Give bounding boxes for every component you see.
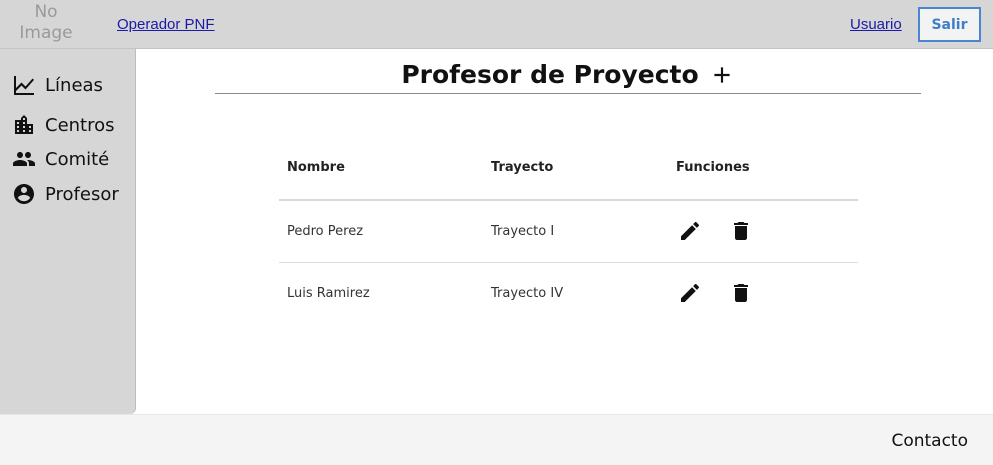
city-icon <box>15 115 33 134</box>
delete-icon[interactable] <box>729 219 753 243</box>
sidebar-item-lineas[interactable]: Líneas <box>12 72 103 98</box>
logo-placeholder: No Image <box>19 2 73 43</box>
table-header: Nombre Trayecto Funciones <box>279 140 858 201</box>
footer: Contacto <box>0 414 993 465</box>
top-bar: No Image Operador PNF Usuario Salir <box>0 0 993 49</box>
sidebar-item-label: Centros <box>45 114 115 136</box>
table-row: Pedro Perez Trayecto I <box>279 201 858 263</box>
sidebar-item-label: Líneas <box>45 74 103 96</box>
delete-icon[interactable] <box>729 281 753 305</box>
people-icon <box>13 152 35 166</box>
sidebar-item-label: Comité <box>45 148 110 170</box>
table-row: Luis Ramirez Trayecto IV <box>279 263 858 325</box>
chart-line-icon <box>14 76 34 95</box>
cell-trayecto: Trayecto IV <box>491 286 564 301</box>
add-icon[interactable] <box>709 62 735 88</box>
cell-trayecto: Trayecto I <box>491 224 555 239</box>
profesor-table: Nombre Trayecto Funciones Pedro Perez Tr… <box>279 140 858 325</box>
sidebar-item-label: Profesor <box>45 183 119 205</box>
sidebar-item-comite[interactable]: Comité <box>12 146 109 172</box>
cell-nombre: Pedro Perez <box>287 224 364 239</box>
sidebar-item-profesor[interactable]: Profesor <box>12 181 119 207</box>
sidebar: Líneas Centros Comité Profesor <box>0 49 136 414</box>
edit-icon[interactable] <box>678 219 702 243</box>
page-title: Profesor de Proyecto <box>401 60 699 89</box>
edit-icon[interactable] <box>678 281 702 305</box>
account-circle-icon <box>14 184 34 204</box>
logout-button[interactable]: Salir <box>918 7 981 42</box>
column-header-funciones: Funciones <box>676 160 750 175</box>
operador-pnf-link[interactable]: Operador PNF <box>117 16 215 33</box>
column-header-trayecto: Trayecto <box>491 160 554 175</box>
page-header: Profesor de Proyecto <box>215 58 921 94</box>
contact-link[interactable]: Contacto <box>891 431 968 451</box>
sidebar-item-centros[interactable]: Centros <box>12 112 115 138</box>
column-header-nombre: Nombre <box>287 160 345 175</box>
user-link[interactable]: Usuario <box>850 16 902 33</box>
cell-nombre: Luis Ramirez <box>287 286 370 301</box>
